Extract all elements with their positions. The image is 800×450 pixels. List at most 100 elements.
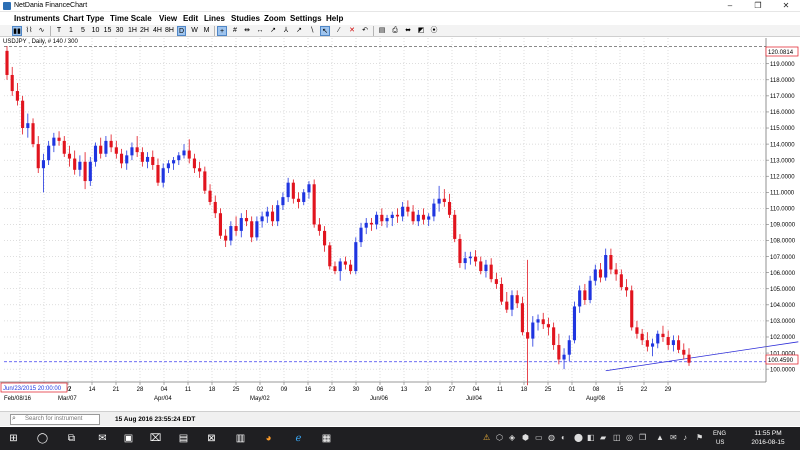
- grid-tool-button[interactable]: #: [230, 26, 240, 36]
- fork-tool-button[interactable]: ⅄: [281, 26, 291, 36]
- target-button[interactable]: ⦿: [429, 26, 439, 36]
- candle-body: [281, 197, 285, 206]
- menu-help[interactable]: Help: [326, 12, 343, 25]
- timescale-2h-button[interactable]: 2H: [139, 26, 150, 36]
- menu-time-scale[interactable]: Time Scale: [110, 12, 152, 25]
- candle-body: [57, 137, 61, 141]
- candle-body: [151, 156, 155, 165]
- app-icon-3[interactable]: ⌧: [147, 430, 164, 447]
- search-taskbar-button[interactable]: ◯: [34, 430, 51, 447]
- timescale-tick-button[interactable]: T: [55, 26, 63, 36]
- app-icon-2[interactable]: ▣: [120, 430, 137, 447]
- menu-settings[interactable]: Settings: [290, 12, 322, 25]
- timescale-30m-button[interactable]: 30: [114, 26, 125, 36]
- candlestick-chart-button[interactable]: ▮▮: [12, 26, 22, 36]
- ray-tool-button[interactable]: ↗: [294, 26, 304, 36]
- input-language[interactable]: ENG: [713, 431, 726, 437]
- crosshair-tool-button[interactable]: +: [217, 26, 227, 36]
- tray-icon-6[interactable]: ◐: [561, 432, 566, 444]
- timescale-4h-button[interactable]: 4H: [152, 26, 163, 36]
- candle-body: [572, 306, 577, 341]
- chart-canvas[interactable]: 119.0000 118.0000 117.0000 116.0000 115.0000…: [0, 38, 800, 402]
- candle-body: [640, 333, 644, 341]
- menu-edit[interactable]: Edit: [183, 12, 198, 25]
- tray-network-icon[interactable]: ⚑: [696, 432, 703, 444]
- edge-browser-icon[interactable]: ℯ: [290, 430, 307, 447]
- timescale-monthly-button[interactable]: M: [202, 26, 211, 36]
- scroll-tool-button[interactable]: ↔: [255, 26, 265, 36]
- timescale-1h-button[interactable]: 1H: [127, 26, 138, 36]
- price-chart[interactable]: 119.0000 118.0000 117.0000 116.0000 115.0000…: [0, 38, 800, 402]
- date-tick-label: 16: [305, 387, 312, 393]
- restore-button[interactable]: ❐: [744, 0, 772, 12]
- pan-tool-button[interactable]: ⇹: [242, 26, 252, 36]
- tray-icon-8[interactable]: ◧: [587, 432, 595, 444]
- menu-lines[interactable]: Lines: [204, 12, 225, 25]
- undo-button[interactable]: ↶: [360, 26, 370, 36]
- menu-view[interactable]: View: [159, 12, 177, 25]
- candle-body: [541, 319, 545, 325]
- app-icon-5[interactable]: ⊠: [203, 430, 220, 447]
- candle-body: [604, 255, 608, 278]
- menu-zoom[interactable]: Zoom: [264, 12, 286, 25]
- tray-icon-11[interactable]: ◎: [626, 432, 633, 444]
- candle-body: [234, 226, 238, 231]
- start-button[interactable]: ⊞: [5, 430, 22, 447]
- tray-icon-10[interactable]: ◫: [613, 432, 621, 444]
- candle-body: [187, 150, 191, 159]
- candle-body: [593, 269, 597, 281]
- netdania-app-icon[interactable]: ▦: [318, 430, 335, 447]
- close-button[interactable]: ✕: [772, 0, 800, 12]
- timescale-5m-button[interactable]: 5: [79, 26, 87, 36]
- input-region[interactable]: US: [716, 440, 724, 446]
- store-app-icon[interactable]: ✉: [94, 430, 111, 447]
- select-tool-button[interactable]: ↖: [320, 26, 330, 36]
- candle-body: [265, 211, 269, 217]
- pencil-tool-button[interactable]: ⁄: [334, 26, 344, 36]
- timescale-1m-button[interactable]: 1: [67, 26, 75, 36]
- fibonacci-tool-button[interactable]: ∖: [307, 26, 317, 36]
- candle-body: [385, 218, 389, 222]
- tray-icon-12[interactable]: ❒: [639, 432, 646, 444]
- clock-date[interactable]: 2016-08-15: [746, 439, 790, 446]
- task-view-button[interactable]: ⧉: [63, 430, 80, 447]
- time-axis: 2229071421280411182502091623300613202704…: [4, 382, 672, 402]
- chrome-browser-icon[interactable]: ◕: [260, 430, 277, 447]
- minimize-button[interactable]: –: [716, 0, 744, 12]
- autoscale-button[interactable]: ⬌: [403, 26, 413, 36]
- clock-time[interactable]: 11:55 PM: [746, 430, 790, 437]
- tray-icon-7[interactable]: ⬤: [574, 432, 583, 444]
- tray-icon-9[interactable]: ▰: [600, 432, 606, 444]
- tray-icon-5[interactable]: ◍: [548, 432, 555, 444]
- timescale-10m-button[interactable]: 10: [90, 26, 101, 36]
- layout-button[interactable]: ◩: [416, 26, 426, 36]
- tray-icon-2[interactable]: ◈: [509, 432, 515, 444]
- app-icon-6[interactable]: ▥: [232, 430, 249, 447]
- search-input[interactable]: Search for instrument: [10, 414, 100, 425]
- tray-volume-icon[interactable]: ♪: [683, 432, 687, 444]
- menu-chart-type[interactable]: Chart Type: [63, 12, 104, 25]
- trendline-tool-button[interactable]: ↗: [268, 26, 278, 36]
- app-icon-4[interactable]: ▤: [175, 430, 192, 447]
- month-label: Aug/08: [586, 396, 606, 402]
- print-button[interactable]: ⎙: [390, 26, 400, 36]
- tray-icon-1[interactable]: ⬡: [496, 432, 503, 444]
- timescale-15m-button[interactable]: 15: [102, 26, 113, 36]
- timescale-daily-button[interactable]: D: [177, 26, 186, 36]
- delete-drawings-button[interactable]: ✕: [347, 26, 357, 36]
- menu-instruments[interactable]: Instruments: [14, 12, 60, 25]
- tray-icon-4[interactable]: ▭: [535, 432, 543, 444]
- tray-show-hidden-icon[interactable]: ▲: [656, 432, 664, 444]
- candle-body: [255, 221, 259, 238]
- tray-icon-3[interactable]: ⬢: [522, 432, 529, 444]
- line-chart-button[interactable]: ∿: [36, 26, 47, 36]
- candle-body: [494, 279, 498, 284]
- bar-chart-button[interactable]: ⌇⌇: [24, 26, 34, 36]
- tray-mail-icon[interactable]: ✉: [670, 432, 677, 444]
- timescale-weekly-button[interactable]: W: [190, 26, 199, 36]
- menu-studies[interactable]: Studies: [231, 12, 260, 25]
- properties-button[interactable]: ▤: [377, 26, 387, 36]
- tray-warning-icon[interactable]: ⚠: [483, 432, 490, 444]
- candle-body: [619, 274, 623, 288]
- timescale-8h-button[interactable]: 8H: [164, 26, 175, 36]
